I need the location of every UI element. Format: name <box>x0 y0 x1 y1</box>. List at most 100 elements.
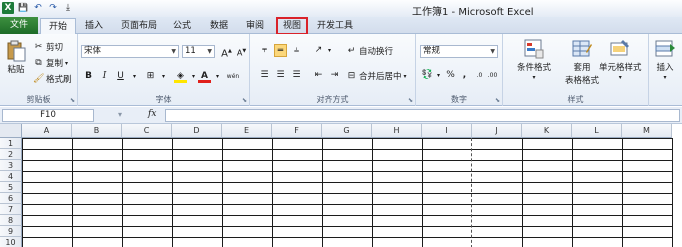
merge-cells-icon: ⊟ <box>347 71 356 81</box>
copy-button[interactable]: ⧉ 复制 ▾ <box>33 57 68 69</box>
cell-border-vertical <box>72 138 73 247</box>
number-launcher-icon[interactable]: ⬊ <box>495 97 500 104</box>
cell-styles-button[interactable]: 单元格样式 ▾ <box>599 38 642 81</box>
formula-input[interactable] <box>165 109 680 122</box>
column-header-h[interactable]: H <box>372 124 422 138</box>
column-header-g[interactable]: G <box>322 124 372 138</box>
align-left-icon[interactable]: ☰ <box>258 69 271 82</box>
underline-dropdown-icon[interactable]: ▾ <box>128 70 141 83</box>
conditional-formatting-label: 条件格式 <box>517 63 552 73</box>
number-group-label: 数字 <box>451 95 467 104</box>
customize-qat-icon[interactable]: ⤓ <box>62 2 74 14</box>
clipboard-launcher-icon[interactable]: ⬊ <box>70 97 75 104</box>
decrease-indent-icon[interactable]: ⇤ <box>312 69 325 82</box>
align-right-icon[interactable]: ☰ <box>290 69 303 82</box>
copy-icon: ⧉ <box>35 58 42 68</box>
bold-button[interactable]: B <box>82 70 95 83</box>
insert-cells-button[interactable]: 插入 ▾ <box>654 38 676 81</box>
align-center-icon[interactable]: ☰ <box>274 69 287 82</box>
tab-home[interactable]: 开始 <box>40 18 76 34</box>
format-painter-button[interactable]: 🖌 格式刷 <box>33 73 72 85</box>
increase-indent-icon[interactable]: ⇥ <box>328 69 341 82</box>
alignment-group: ⫧ ═ ⫨ ↗ ▾ ↵ 自动换行 ☰ ☰ ☰ ⇤ ⇥ ⊟ 合并后居中 ▾ 对齐方… <box>250 34 416 106</box>
tab-review[interactable]: 审阅 <box>241 18 269 34</box>
tab-file[interactable]: 文件 <box>0 17 38 34</box>
cell-border-horizontal <box>22 193 672 194</box>
tab-page-layout[interactable]: 页面布局 <box>114 18 164 34</box>
cut-button[interactable]: ✂ 剪切 <box>33 41 63 53</box>
row-header-3[interactable]: 3 <box>0 160 22 171</box>
column-header-l[interactable]: L <box>572 124 622 138</box>
chevron-down-icon: ▼ <box>207 48 212 55</box>
undo-icon[interactable]: ↶ <box>32 2 44 14</box>
comma-style-button[interactable]: , <box>458 69 471 82</box>
fill-color-icon[interactable]: ◈ <box>174 70 187 83</box>
row-header-9[interactable]: 9 <box>0 226 22 237</box>
cell-border-vertical <box>222 138 223 247</box>
name-box[interactable]: F10 <box>2 109 94 122</box>
wrap-text-label: 自动换行 <box>359 47 394 57</box>
font-size-select[interactable]: 11 ▼ <box>182 45 215 58</box>
column-header-d[interactable]: D <box>172 124 222 138</box>
column-header-j[interactable]: J <box>472 124 522 138</box>
title-bar: X 💾 ↶ ↷ ⤓ 工作簿1 - Microsoft Excel <box>0 0 682 18</box>
column-header-a[interactable]: A <box>22 124 72 138</box>
borders-dropdown-icon[interactable]: ▾ <box>157 70 170 83</box>
row-header-8[interactable]: 8 <box>0 215 22 226</box>
tab-insert[interactable]: 插入 <box>80 18 108 34</box>
decrease-decimal-button[interactable]: .00 <box>486 69 499 82</box>
column-header-b[interactable]: B <box>72 124 122 138</box>
underline-button[interactable]: U <box>114 70 127 83</box>
select-all-corner[interactable] <box>0 124 22 138</box>
row-header-2[interactable]: 2 <box>0 149 22 160</box>
font-launcher-icon[interactable]: ⬊ <box>242 97 247 104</box>
align-top-icon[interactable]: ⫧ <box>258 44 271 57</box>
format-as-table-button[interactable]: 套用 表格格式 <box>565 38 599 86</box>
italic-button[interactable]: I <box>98 70 111 83</box>
font-name-select[interactable]: 宋体 ▼ <box>81 45 179 58</box>
alignment-group-label: 对齐方式 <box>316 95 349 104</box>
worksheet-grid[interactable]: A B C D E F G H I J K L M 1 2 3 4 5 6 7 8 9 10 <box>0 124 682 247</box>
row-header-4[interactable]: 4 <box>0 171 22 182</box>
alignment-launcher-icon[interactable]: ⬊ <box>408 97 413 104</box>
percent-style-button[interactable]: % <box>444 69 457 82</box>
cell-border-horizontal <box>22 226 672 227</box>
grow-font-icon: A <box>221 48 228 60</box>
align-bottom-icon[interactable]: ⫨ <box>290 44 303 57</box>
row-header-6[interactable]: 6 <box>0 193 22 204</box>
insert-cells-icon <box>655 40 675 57</box>
clipboard-group-label: 剪贴板 <box>26 95 51 104</box>
merge-center-button[interactable]: ⊟ 合并后居中 ▾ <box>346 70 407 82</box>
align-middle-icon[interactable]: ═ <box>274 44 287 57</box>
row-header-5[interactable]: 5 <box>0 182 22 193</box>
row-header-7[interactable]: 7 <box>0 204 22 215</box>
wrap-text-button[interactable]: ↵ 自动换行 <box>346 45 393 57</box>
orientation-dropdown-icon[interactable]: ▾ <box>323 44 336 57</box>
tab-formulas[interactable]: 公式 <box>168 18 196 34</box>
number-format-select[interactable]: 常规 ▼ <box>420 45 498 58</box>
column-header-c[interactable]: C <box>122 124 172 138</box>
grow-font-button[interactable]: A▲ <box>220 45 233 60</box>
save-icon[interactable]: 💾 <box>17 2 29 14</box>
row-header-1[interactable]: 1 <box>0 138 22 149</box>
phonetic-button[interactable]: wén <box>224 70 242 83</box>
tab-data[interactable]: 数据 <box>205 18 233 34</box>
increase-decimal-button[interactable]: .0 <box>473 69 486 82</box>
column-header-f[interactable]: F <box>272 124 322 138</box>
redo-icon[interactable]: ↷ <box>47 2 59 14</box>
column-header-e[interactable]: E <box>222 124 272 138</box>
paste-button[interactable]: 粘贴 <box>5 40 27 75</box>
cell-border-vertical <box>622 138 623 247</box>
shrink-font-button[interactable]: A▼ <box>235 45 248 58</box>
insert-function-icon[interactable]: fx <box>148 109 156 119</box>
row-header-10[interactable]: 10 <box>0 237 22 247</box>
tab-view[interactable]: 视图 <box>276 17 308 35</box>
tab-developer[interactable]: 开发工具 <box>313 18 357 34</box>
column-header-m[interactable]: M <box>622 124 672 138</box>
borders-icon[interactable]: ⊞ <box>144 70 157 83</box>
column-header-k[interactable]: K <box>522 124 572 138</box>
column-header-i[interactable]: I <box>422 124 472 138</box>
font-color-dropdown-icon[interactable]: ▾ <box>211 70 224 83</box>
font-color-icon[interactable]: A <box>198 70 211 83</box>
conditional-formatting-button[interactable]: 条件格式 ▾ <box>517 38 551 81</box>
